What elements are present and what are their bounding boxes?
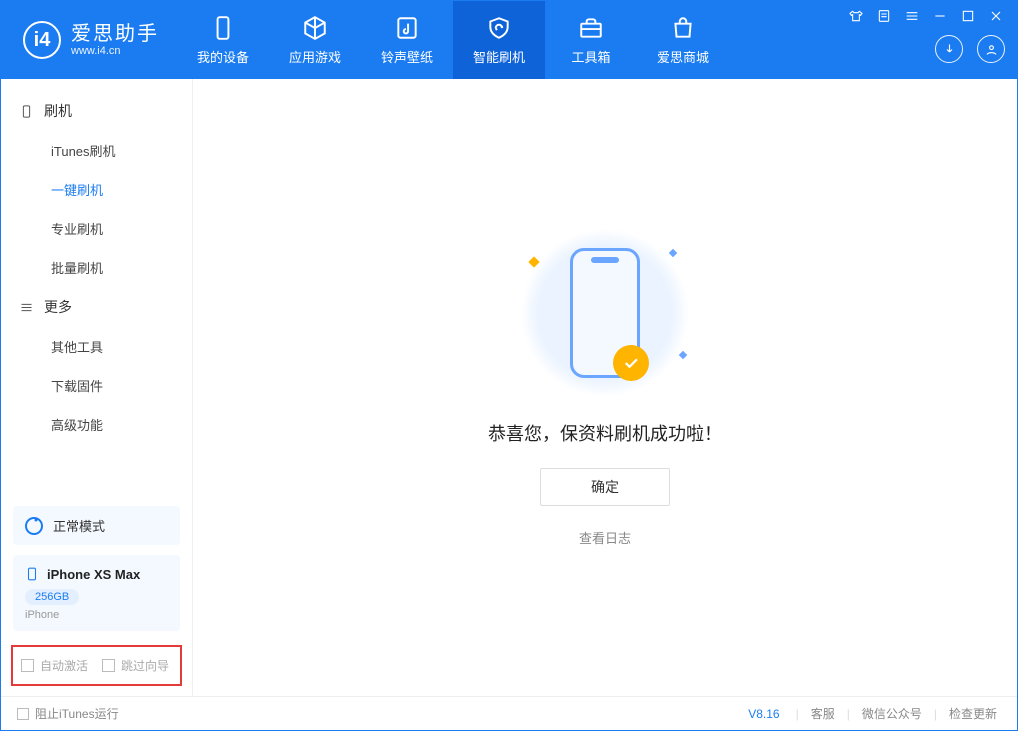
- sidebar-item-advanced[interactable]: 高级功能: [1, 405, 192, 444]
- option-label: 跳过向导: [121, 657, 169, 674]
- success-message: 恭喜您，保资料刷机成功啦！: [488, 420, 722, 446]
- minimize-button[interactable]: [931, 7, 949, 25]
- device-name: iPhone XS Max: [47, 567, 140, 582]
- music-note-icon: [394, 15, 420, 41]
- checkbox-icon: [102, 659, 115, 672]
- sidebar-group-flash: 刷机: [1, 91, 192, 131]
- checkbox-icon: [21, 659, 34, 672]
- option-auto-activate[interactable]: 自动激活: [21, 657, 88, 674]
- sidebar-item-other-tools[interactable]: 其他工具: [1, 327, 192, 366]
- sidebar-scroll: 刷机 iTunes刷机 一键刷机 专业刷机 批量刷机 更多 其他工具 下载固件 …: [1, 79, 192, 496]
- tab-my-device[interactable]: 我的设备: [177, 1, 269, 79]
- account-button[interactable]: [977, 35, 1005, 63]
- sidebar-item-batch-flash[interactable]: 批量刷机: [1, 248, 192, 287]
- version-label: V8.16: [748, 707, 779, 721]
- sidebar: 刷机 iTunes刷机 一键刷机 专业刷机 批量刷机 更多 其他工具 下载固件 …: [1, 79, 193, 696]
- checkbox-icon[interactable]: [17, 708, 29, 720]
- footer-bar: 阻止iTunes运行 V8.16 | 客服 | 微信公众号 | 检查更新: [1, 696, 1017, 730]
- main-panel: 恭喜您，保资料刷机成功啦！ 确定 查看日志: [193, 79, 1017, 696]
- maximize-button[interactable]: [959, 7, 977, 25]
- sidebar-group-more: 更多: [1, 287, 192, 327]
- device-type: iPhone: [25, 609, 168, 621]
- sidebar-item-oneclick-flash[interactable]: 一键刷机: [1, 170, 192, 209]
- phone-icon: [210, 15, 236, 41]
- footer-link-support[interactable]: 客服: [807, 705, 839, 722]
- tab-label: 工具箱: [571, 47, 610, 66]
- sparkle-icon: [669, 249, 677, 257]
- device-card[interactable]: iPhone XS Max 256GB iPhone: [13, 555, 180, 631]
- sidebar-item-download-firmware[interactable]: 下载固件: [1, 366, 192, 405]
- app-window: i4 爱思助手 www.i4.cn 我的设备 应用游戏 铃声壁纸 智能刷机: [0, 0, 1018, 731]
- mode-card[interactable]: 正常模式: [13, 506, 180, 545]
- toolbox-icon: [578, 15, 604, 41]
- shopping-bag-icon: [670, 15, 696, 41]
- download-button[interactable]: [935, 35, 963, 63]
- body: 刷机 iTunes刷机 一键刷机 专业刷机 批量刷机 更多 其他工具 下载固件 …: [1, 79, 1017, 696]
- device-small-icon: [25, 565, 39, 583]
- success-illustration: [520, 228, 690, 398]
- group-title: 更多: [44, 297, 72, 317]
- tab-store[interactable]: 爱思商城: [637, 1, 729, 79]
- logo-icon: i4: [23, 21, 61, 59]
- header-right: [847, 1, 1005, 79]
- close-button[interactable]: [987, 7, 1005, 25]
- tab-smart-flash[interactable]: 智能刷机: [453, 1, 545, 79]
- footer-block-itunes-label[interactable]: 阻止iTunes运行: [35, 705, 119, 722]
- view-log-link[interactable]: 查看日志: [579, 528, 631, 547]
- sidebar-item-pro-flash[interactable]: 专业刷机: [1, 209, 192, 248]
- header-user-actions: [935, 35, 1005, 63]
- tab-label: 铃声壁纸: [381, 47, 433, 66]
- ok-button[interactable]: 确定: [540, 468, 670, 506]
- header-bar: i4 爱思助手 www.i4.cn 我的设备 应用游戏 铃声壁纸 智能刷机: [1, 1, 1017, 79]
- sparkle-icon: [679, 351, 687, 359]
- tab-toolbox[interactable]: 工具箱: [545, 1, 637, 79]
- menu-icon[interactable]: [903, 7, 921, 25]
- app-logo[interactable]: i4 爱思助手 www.i4.cn: [1, 21, 177, 59]
- list-icon: [19, 300, 34, 315]
- sidebar-item-itunes-flash[interactable]: iTunes刷机: [1, 131, 192, 170]
- cube-icon: [302, 15, 328, 41]
- tab-label: 智能刷机: [473, 47, 525, 66]
- tab-label: 应用游戏: [289, 47, 341, 66]
- success-check-badge-icon: [613, 345, 649, 381]
- footer-link-wechat[interactable]: 微信公众号: [858, 705, 926, 722]
- option-label: 自动激活: [40, 657, 88, 674]
- phone-illustration-icon: [570, 248, 640, 378]
- main-tabs: 我的设备 应用游戏 铃声壁纸 智能刷机 工具箱 爱思商城: [177, 1, 729, 79]
- footer-link-update[interactable]: 检查更新: [945, 705, 1001, 722]
- group-title: 刷机: [44, 101, 72, 121]
- option-skip-guide[interactable]: 跳过向导: [102, 657, 169, 674]
- mode-status-icon: [25, 517, 43, 535]
- tab-ringtones-wallpapers[interactable]: 铃声壁纸: [361, 1, 453, 79]
- window-controls: [847, 7, 1005, 25]
- refresh-shield-icon: [486, 15, 512, 41]
- options-highlight-box: 自动激活 跳过向导: [11, 645, 182, 686]
- sidebar-bottom: 正常模式 iPhone XS Max 256GB iPhone: [1, 496, 192, 641]
- tab-label: 爱思商城: [657, 47, 709, 66]
- tab-apps-games[interactable]: 应用游戏: [269, 1, 361, 79]
- app-name-cn: 爱思助手: [71, 23, 159, 45]
- tshirt-icon[interactable]: [847, 7, 865, 25]
- tab-label: 我的设备: [197, 47, 249, 66]
- device-icon: [19, 104, 34, 119]
- mode-label: 正常模式: [53, 516, 105, 535]
- app-name-en: www.i4.cn: [71, 45, 159, 57]
- device-capacity-badge: 256GB: [25, 589, 79, 605]
- note-icon[interactable]: [875, 7, 893, 25]
